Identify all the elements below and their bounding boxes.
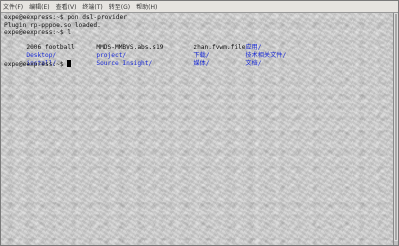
terminal-line: expe@eexpress:~$ pon dsl-provider: [4, 14, 127, 21]
menu-view[interactable]: 查看(V): [56, 2, 77, 11]
terminal-output[interactable]: expe@eexpress:~$ pon dsl-provider Plugin…: [1, 13, 394, 245]
listing-entry: zhan.fvwm.file: [193, 44, 246, 52]
listing-entry-dir: 媒体/: [193, 59, 210, 67]
text-cursor: [67, 59, 72, 67]
scrollbar-thumb[interactable]: [394, 13, 398, 241]
prompt: expe@eexpress:~$: [4, 60, 68, 68]
vertical-scrollbar[interactable]: [393, 13, 398, 245]
listing-entry-dir: 应用/: [245, 44, 262, 52]
listing-entry-dir: Source Insight/: [96, 59, 153, 67]
menu-help[interactable]: 帮助(H): [136, 2, 157, 11]
listing-entry-dir: project/: [96, 51, 127, 59]
terminal-line: Plugin rp-pppoe.so loaded.: [4, 21, 101, 29]
terminal-line: expe@eexpress:~$ l: [4, 29, 72, 37]
menu-go[interactable]: 转至(G): [109, 2, 130, 11]
menu-file[interactable]: 文件(F): [3, 2, 23, 11]
listing-entry-dir: 技术相关文件/: [245, 51, 287, 59]
menu-edit[interactable]: 编辑(E): [29, 2, 49, 11]
listing-entry: 2006 football: [26, 44, 75, 52]
terminal-window: 文件(F) 编辑(E) 查看(V) 终端(T) 转至(G) 帮助(H) expe…: [0, 0, 399, 246]
menu-terminal[interactable]: 终端(T): [82, 2, 102, 11]
listing-entry-dir: 下载/: [193, 51, 210, 59]
listing-entry-dir: 文档/: [245, 59, 262, 67]
listing-entry: MMDS-MMBVS.abs.s19: [96, 44, 164, 52]
listing-entry-dir: Desktop/: [26, 51, 57, 59]
listing-row: 2006 football MMDS-MMBVS.abs.s19 zhan.fvwm…: [4, 37, 391, 51]
menu-bar: 文件(F) 编辑(E) 查看(V) 终端(T) 转至(G) 帮助(H): [1, 1, 398, 13]
